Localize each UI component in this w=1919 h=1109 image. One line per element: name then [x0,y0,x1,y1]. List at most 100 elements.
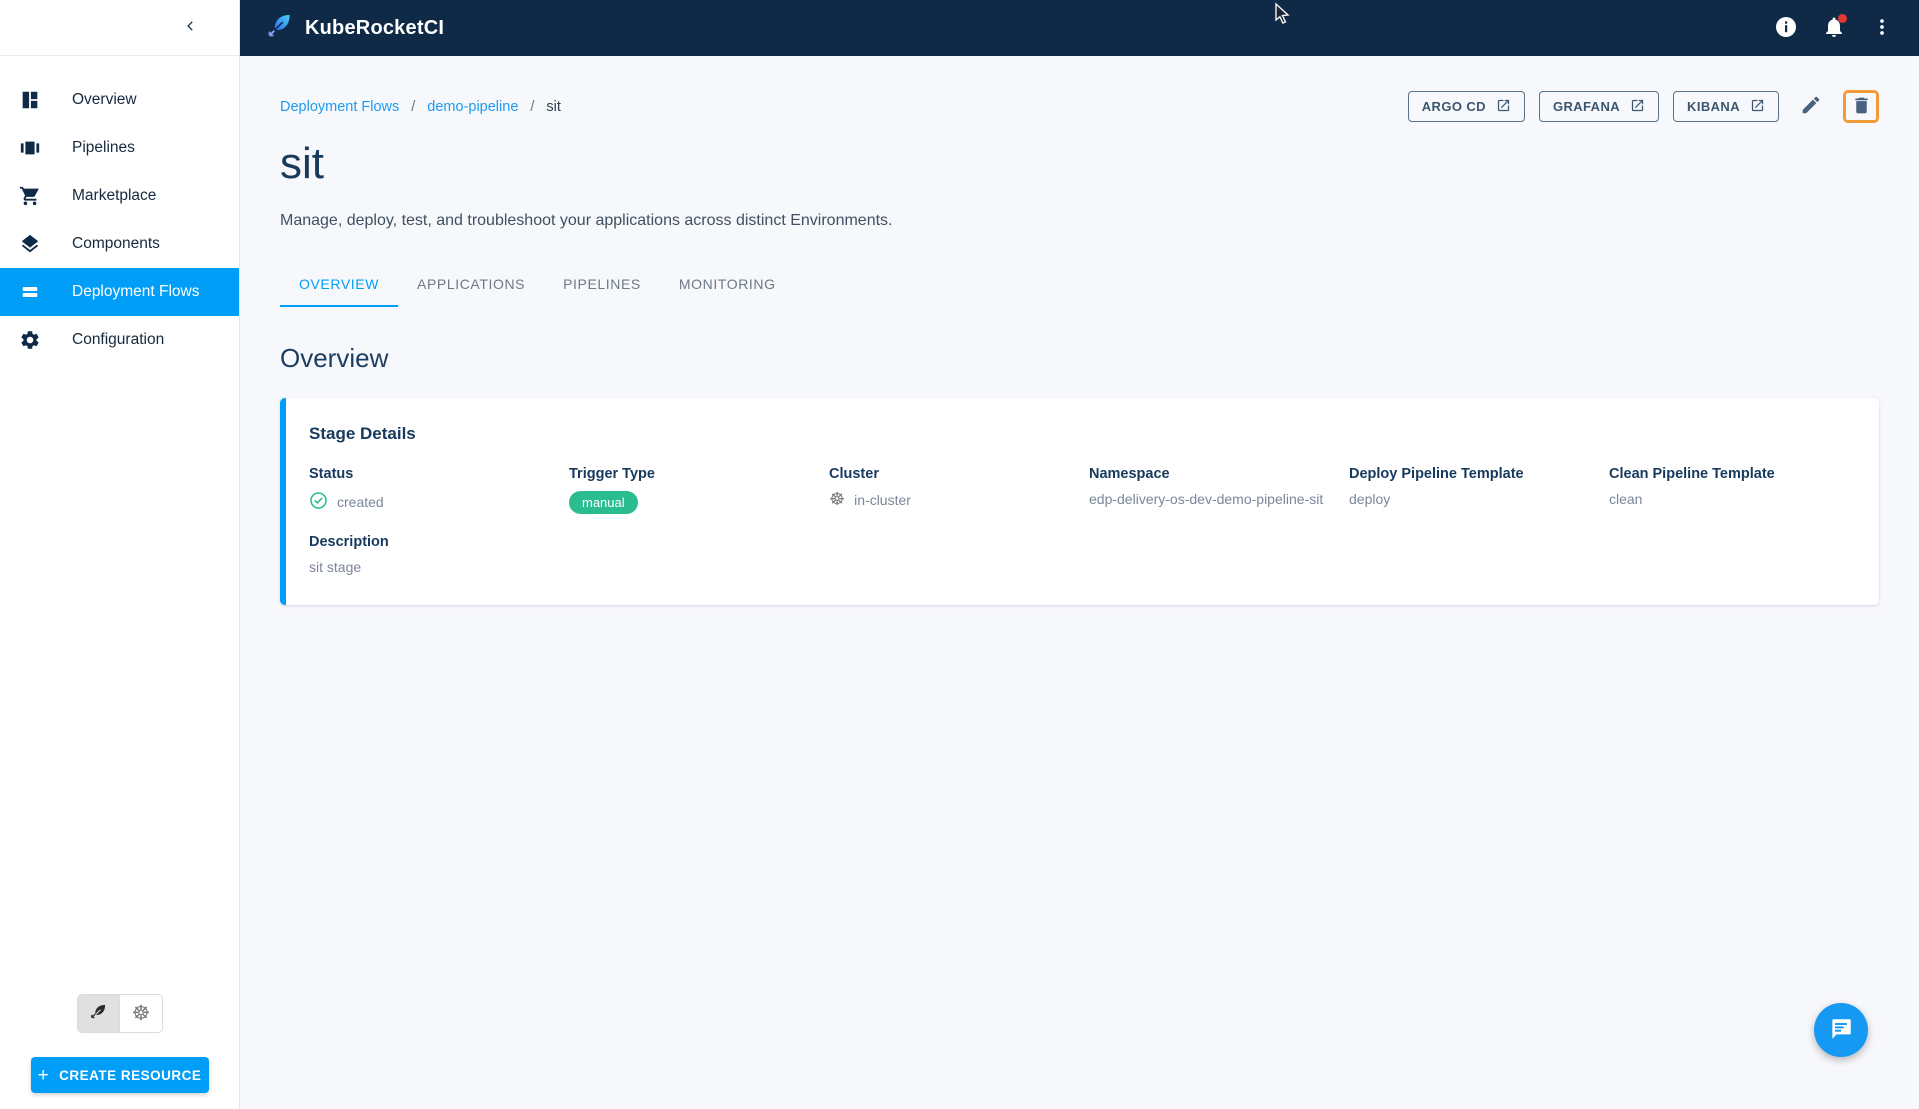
grafana-button[interactable]: GRAFANA [1538,91,1660,122]
sidebar: Overview Pipelines Marketplace Component… [0,0,240,1109]
field-label: Namespace [1089,465,1170,482]
kuberocketci-feather-icon [88,1002,108,1025]
breadcrumb-current: sit [546,98,561,115]
sidebar-nav: Overview Pipelines Marketplace Component… [0,56,239,364]
breadcrumb-demo-pipeline-link[interactable]: demo-pipeline [427,99,518,115]
field-label: Trigger Type [569,465,655,482]
toggle-kubernetes-view[interactable]: ☸ [119,995,162,1032]
info-button[interactable] [1765,7,1807,49]
tab-pipelines[interactable]: PIPELINES [544,263,660,307]
edit-stage-button[interactable] [1793,91,1829,123]
field-status: Status created [309,466,551,515]
create-resource-label: CREATE RESOURCE [59,1067,202,1083]
toggle-kuberocketci-view[interactable] [77,995,120,1032]
field-label: Status [309,465,354,482]
stage-actions: ARGO CD GRAFANA KIBANA [1407,90,1879,123]
deploy-template-value: deploy [1349,490,1391,507]
create-resource-button[interactable]: + CREATE RESOURCE [30,1057,209,1093]
sidebar-bottom: ☸ + CREATE RESOURCE [0,994,239,1109]
app-bar: KubeRocketCI [240,0,1919,56]
app-logo: KubeRocketCI [266,12,444,44]
appbar-actions [1765,7,1903,49]
app-title: KubeRocketCI [305,16,445,39]
tab-applications[interactable]: APPLICATIONS [398,263,544,307]
gear-icon [18,328,42,352]
field-deploy-pipeline-template: Deploy Pipeline Template deploy [1349,466,1591,515]
page-content: Deployment Flows / demo-pipeline / sit A… [240,56,1919,1109]
description-value: sit stage [309,559,362,576]
sidebar-header [0,0,239,56]
stage-details-title: Stage Details [309,423,416,443]
main-area: KubeRocketCI Deployment Flows / demo-pip… [240,0,1919,1109]
breadcrumb: Deployment Flows / demo-pipeline / sit [280,99,561,115]
sidebar-item-marketplace[interactable]: Marketplace [0,172,239,220]
dashboard-icon [18,88,42,112]
chat-fab-button[interactable] [1814,1003,1868,1057]
kibana-label: KIBANA [1687,99,1740,114]
layers-icon [18,232,42,256]
chevron-left-icon [183,18,199,37]
trigger-type-badge: manual [569,490,638,515]
info-icon [1774,15,1798,42]
pencil-icon [1800,94,1822,119]
trash-icon [1851,95,1872,119]
pipelines-icon [18,136,42,160]
sidebar-item-label: Deployment Flows [72,283,200,300]
sidebar-item-components[interactable]: Components [0,220,239,268]
cart-icon [18,184,42,208]
sidebar-item-label: Marketplace [72,187,157,204]
page-title: sit [280,139,324,188]
field-label: Cluster [829,465,879,482]
argo-cd-button[interactable]: ARGO CD [1407,91,1525,122]
field-label: Clean Pipeline Template [1609,465,1775,482]
clean-template-value: clean [1609,490,1643,507]
external-link-icon [1496,98,1511,116]
field-clean-pipeline-template: Clean Pipeline Template clean [1609,466,1851,515]
sidebar-collapse-button[interactable] [175,12,207,44]
field-trigger-type: Trigger Type manual [569,466,811,515]
chat-bubble-icon [1828,1016,1854,1045]
sidebar-item-label: Overview [72,91,137,108]
section-title: Overview [280,342,389,373]
sidebar-item-label: Pipelines [72,139,135,156]
flows-icon [18,280,42,304]
notification-badge-dot [1838,14,1847,23]
kubernetes-icon: ☸ [829,488,846,510]
sidebar-item-pipelines[interactable]: Pipelines [0,124,239,172]
breadcrumb-separator: / [530,98,535,115]
kubernetes-wheel-icon: ☸ [131,1001,151,1025]
breadcrumb-separator: / [411,98,416,115]
delete-stage-button[interactable] [1843,90,1879,123]
stage-tabs: OVERVIEW APPLICATIONS PIPELINES MONITORI… [280,263,1879,307]
field-label: Description [309,534,389,551]
page-subtitle: Manage, deploy, test, and troubleshoot y… [280,211,893,229]
namespace-value: edp-delivery-os-dev-demo-pipeline-sit [1089,490,1324,507]
kuberocketci-window: Overview Pipelines Marketplace Component… [0,0,1919,1109]
check-circle-icon [309,491,328,513]
tab-monitoring[interactable]: MONITORING [660,263,795,307]
sidebar-item-deployment-flows[interactable]: Deployment Flows [0,268,239,316]
sidebar-item-label: Configuration [72,331,165,348]
argo-cd-label: ARGO CD [1421,99,1486,114]
breadcrumb-deployment-flows-link[interactable]: Deployment Flows [280,99,399,115]
notifications-button[interactable] [1813,7,1855,49]
external-link-icon [1630,98,1645,116]
field-description: Description sit stage [309,534,811,575]
field-namespace: Namespace edp-delivery-os-dev-demo-pipel… [1089,466,1331,515]
grafana-label: GRAFANA [1552,99,1621,114]
cluster-value: in-cluster [854,491,911,508]
more-menu-button[interactable] [1861,7,1903,49]
resource-view-toggle: ☸ [76,994,163,1033]
field-cluster: Cluster ☸ in-cluster [829,466,1071,515]
external-link-icon [1750,98,1765,116]
status-value: created [337,493,384,510]
sidebar-item-overview[interactable]: Overview [0,76,239,124]
kibana-button[interactable]: KIBANA [1673,91,1779,122]
field-label: Deploy Pipeline Template [1349,465,1524,482]
kebab-menu-icon [1871,16,1893,41]
tab-overview[interactable]: OVERVIEW [280,263,399,307]
plus-icon: + [37,1064,50,1086]
stage-details-card: Stage Details Status created Trigger Typ… [280,397,1879,606]
sidebar-item-configuration[interactable]: Configuration [0,316,239,364]
